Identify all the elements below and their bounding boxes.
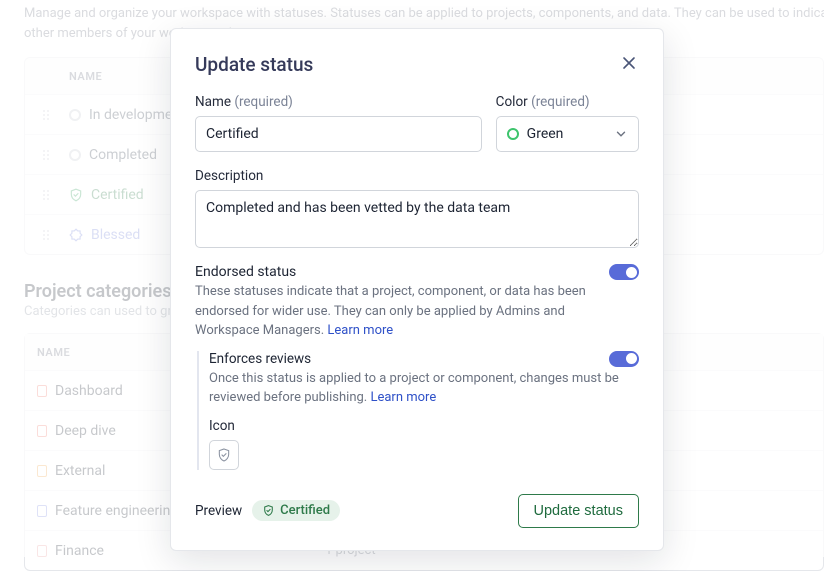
- reviews-toggle[interactable]: [609, 351, 639, 367]
- endorsed-desc: These statuses indicate that a project, …: [195, 282, 615, 341]
- preview-label: Preview: [195, 503, 242, 519]
- modal-title: Update status: [195, 53, 313, 76]
- reviews-learn-more-link[interactable]: Learn more: [370, 390, 436, 405]
- preview-text: Certified: [280, 503, 330, 518]
- name-field: Name (required): [195, 94, 482, 152]
- reviews-title: Enforces reviews: [209, 351, 311, 367]
- description-input[interactable]: [195, 190, 639, 248]
- reviews-block: Enforces reviews Once this status is app…: [197, 351, 639, 470]
- update-status-button[interactable]: Update status: [518, 494, 639, 528]
- endorsed-toggle[interactable]: [609, 264, 639, 280]
- color-field: Color (required) Green: [496, 94, 639, 152]
- update-status-modal: Update status Name (required) Color (req…: [170, 28, 664, 551]
- close-icon[interactable]: [619, 53, 639, 73]
- description-label: Description: [195, 168, 639, 184]
- endorsed-title: Endorsed status: [195, 264, 296, 280]
- icon-label: Icon: [209, 418, 639, 434]
- color-value: Green: [527, 126, 564, 142]
- description-field: Description: [195, 168, 639, 248]
- shield-icon: [216, 447, 232, 463]
- name-input[interactable]: [195, 116, 482, 152]
- color-select[interactable]: Green: [496, 116, 639, 152]
- reviews-desc: Once this status is applied to a project…: [209, 369, 629, 408]
- endorsed-block: Endorsed status These statuses indicate …: [195, 264, 639, 470]
- shield-check-icon: [262, 504, 275, 517]
- icon-picker-button[interactable]: [209, 440, 239, 470]
- endorsed-learn-more-link[interactable]: Learn more: [327, 323, 393, 338]
- color-swatch-icon: [507, 128, 519, 140]
- icon-picker: Icon: [209, 418, 639, 470]
- preview-pill: Certified: [252, 500, 340, 521]
- preview-section: Preview Certified: [195, 500, 340, 521]
- chevron-down-icon: [614, 127, 628, 145]
- color-label: Color (required): [496, 94, 639, 110]
- name-label: Name (required): [195, 94, 482, 110]
